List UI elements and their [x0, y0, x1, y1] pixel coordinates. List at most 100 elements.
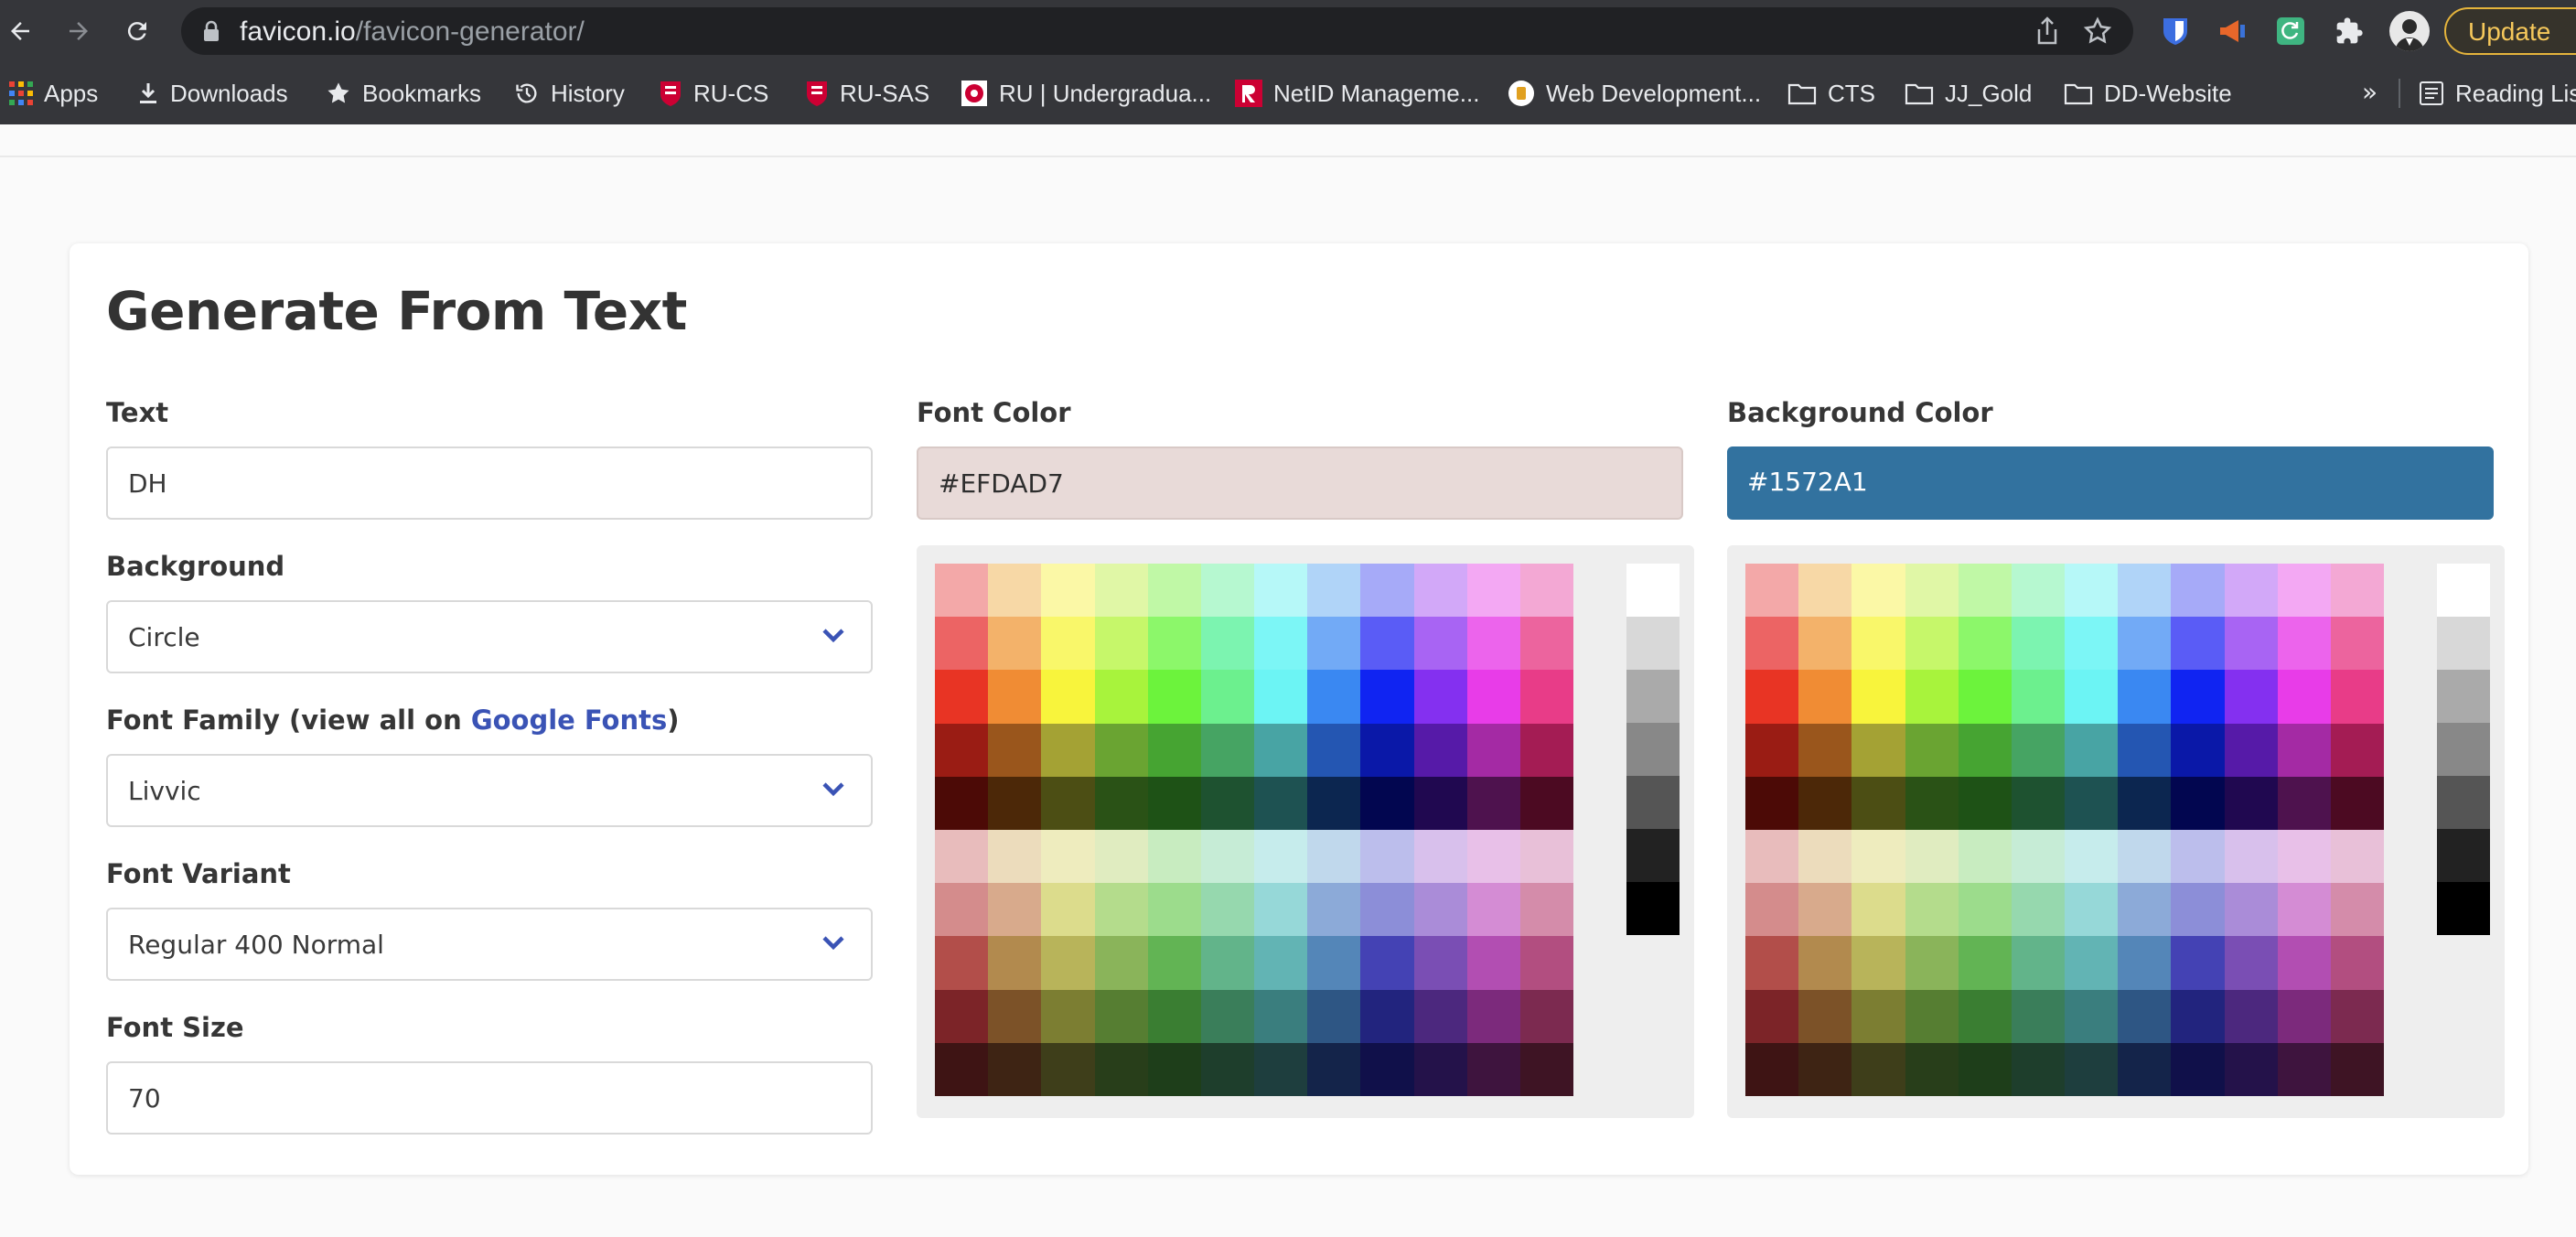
color-swatch[interactable]: [2224, 989, 2278, 1043]
color-swatch[interactable]: [1519, 936, 1573, 990]
color-swatch[interactable]: [2011, 670, 2065, 724]
color-swatch[interactable]: [1905, 776, 1959, 830]
color-swatch[interactable]: [1254, 830, 1308, 884]
color-swatch[interactable]: [2224, 670, 2278, 724]
color-swatch[interactable]: [2330, 617, 2384, 671]
color-swatch[interactable]: [1360, 670, 1414, 724]
color-swatch[interactable]: [1360, 564, 1414, 618]
color-swatch[interactable]: [1745, 564, 1799, 618]
color-swatch[interactable]: [2277, 723, 2331, 777]
color-swatch[interactable]: [1905, 989, 1959, 1043]
color-swatch[interactable]: [988, 723, 1042, 777]
color-swatch[interactable]: [988, 830, 1042, 884]
color-swatch[interactable]: [2171, 670, 2225, 724]
color-swatch[interactable]: [1307, 723, 1361, 777]
color-swatch[interactable]: [2171, 883, 2225, 937]
gray-swatch[interactable]: [1626, 670, 1680, 723]
color-swatch[interactable]: [2065, 936, 2119, 990]
color-swatch[interactable]: [1798, 723, 1852, 777]
color-swatch[interactable]: [2330, 936, 2384, 990]
color-swatch[interactable]: [1905, 830, 1959, 884]
color-swatch[interactable]: [1254, 564, 1308, 618]
color-swatch[interactable]: [1254, 670, 1308, 724]
color-swatch[interactable]: [2330, 564, 2384, 618]
color-swatch[interactable]: [1254, 989, 1308, 1043]
color-swatch[interactable]: [2224, 936, 2278, 990]
color-swatch[interactable]: [1466, 936, 1520, 990]
color-swatch[interactable]: [1413, 776, 1467, 830]
color-swatch[interactable]: [1413, 723, 1467, 777]
color-swatch[interactable]: [2011, 776, 2065, 830]
font-color-input[interactable]: #EFDAD7: [917, 446, 1683, 520]
color-swatch[interactable]: [935, 723, 989, 777]
gray-swatch[interactable]: [2437, 564, 2490, 617]
color-swatch[interactable]: [2224, 564, 2278, 618]
color-swatch[interactable]: [2330, 670, 2384, 724]
color-swatch[interactable]: [2065, 670, 2119, 724]
color-swatch[interactable]: [1360, 723, 1414, 777]
color-swatch[interactable]: [2011, 883, 2065, 937]
color-swatch[interactable]: [1413, 989, 1467, 1043]
color-swatch[interactable]: [2171, 564, 2225, 618]
color-swatch[interactable]: [1413, 936, 1467, 990]
color-swatch[interactable]: [2118, 776, 2172, 830]
color-swatch[interactable]: [2277, 936, 2331, 990]
color-swatch[interactable]: [2011, 936, 2065, 990]
color-swatch[interactable]: [935, 989, 989, 1043]
color-swatch[interactable]: [988, 989, 1042, 1043]
gray-swatch[interactable]: [1626, 829, 1680, 882]
color-swatch[interactable]: [988, 617, 1042, 671]
color-swatch[interactable]: [1413, 564, 1467, 618]
color-swatch[interactable]: [1958, 564, 2012, 618]
gray-swatch[interactable]: [2437, 829, 2490, 882]
color-swatch[interactable]: [1519, 989, 1573, 1043]
color-swatch[interactable]: [1200, 723, 1254, 777]
gray-swatch[interactable]: [1626, 617, 1680, 670]
color-swatch[interactable]: [1519, 670, 1573, 724]
bookmark-apps[interactable]: Apps: [9, 75, 98, 112]
color-swatch[interactable]: [1094, 1042, 1148, 1096]
color-swatch[interactable]: [1798, 1042, 1852, 1096]
color-swatch[interactable]: [988, 883, 1042, 937]
color-swatch[interactable]: [1254, 617, 1308, 671]
google-fonts-link[interactable]: Google Fonts: [471, 705, 667, 736]
color-swatch[interactable]: [2224, 883, 2278, 937]
update-button[interactable]: Update ⋮: [2444, 7, 2576, 55]
color-swatch[interactable]: [2330, 1042, 2384, 1096]
color-swatch[interactable]: [1852, 883, 1905, 937]
color-swatch[interactable]: [2118, 564, 2172, 618]
color-swatch[interactable]: [1041, 564, 1095, 618]
color-swatch[interactable]: [1519, 883, 1573, 937]
color-swatch[interactable]: [2011, 723, 2065, 777]
color-swatch[interactable]: [1852, 670, 1905, 724]
color-swatch[interactable]: [2011, 1042, 2065, 1096]
color-swatch[interactable]: [1852, 936, 1905, 990]
color-swatch[interactable]: [1307, 989, 1361, 1043]
color-swatch[interactable]: [2277, 564, 2331, 618]
color-swatch[interactable]: [1147, 617, 1201, 671]
color-swatch[interactable]: [1519, 830, 1573, 884]
color-swatch[interactable]: [1905, 883, 1959, 937]
color-swatch[interactable]: [1360, 1042, 1414, 1096]
color-swatch[interactable]: [1413, 670, 1467, 724]
color-swatch[interactable]: [1094, 776, 1148, 830]
color-swatch[interactable]: [1147, 989, 1201, 1043]
color-swatch[interactable]: [1041, 830, 1095, 884]
color-swatch[interactable]: [1466, 564, 1520, 618]
color-swatch[interactable]: [1466, 723, 1520, 777]
color-swatch[interactable]: [2065, 723, 2119, 777]
bookmark-ru-undergrad[interactable]: RU | Undergradua...: [961, 75, 1211, 112]
color-swatch[interactable]: [1254, 723, 1308, 777]
color-swatch[interactable]: [935, 936, 989, 990]
back-button[interactable]: [2, 13, 38, 49]
color-swatch[interactable]: [935, 617, 989, 671]
color-swatch[interactable]: [1958, 883, 2012, 937]
color-swatch[interactable]: [2330, 776, 2384, 830]
color-swatch[interactable]: [1466, 989, 1520, 1043]
color-swatch[interactable]: [1200, 670, 1254, 724]
color-swatch[interactable]: [1200, 830, 1254, 884]
color-swatch[interactable]: [1519, 723, 1573, 777]
color-swatch[interactable]: [988, 564, 1042, 618]
color-swatch[interactable]: [1307, 776, 1361, 830]
color-swatch[interactable]: [1307, 617, 1361, 671]
